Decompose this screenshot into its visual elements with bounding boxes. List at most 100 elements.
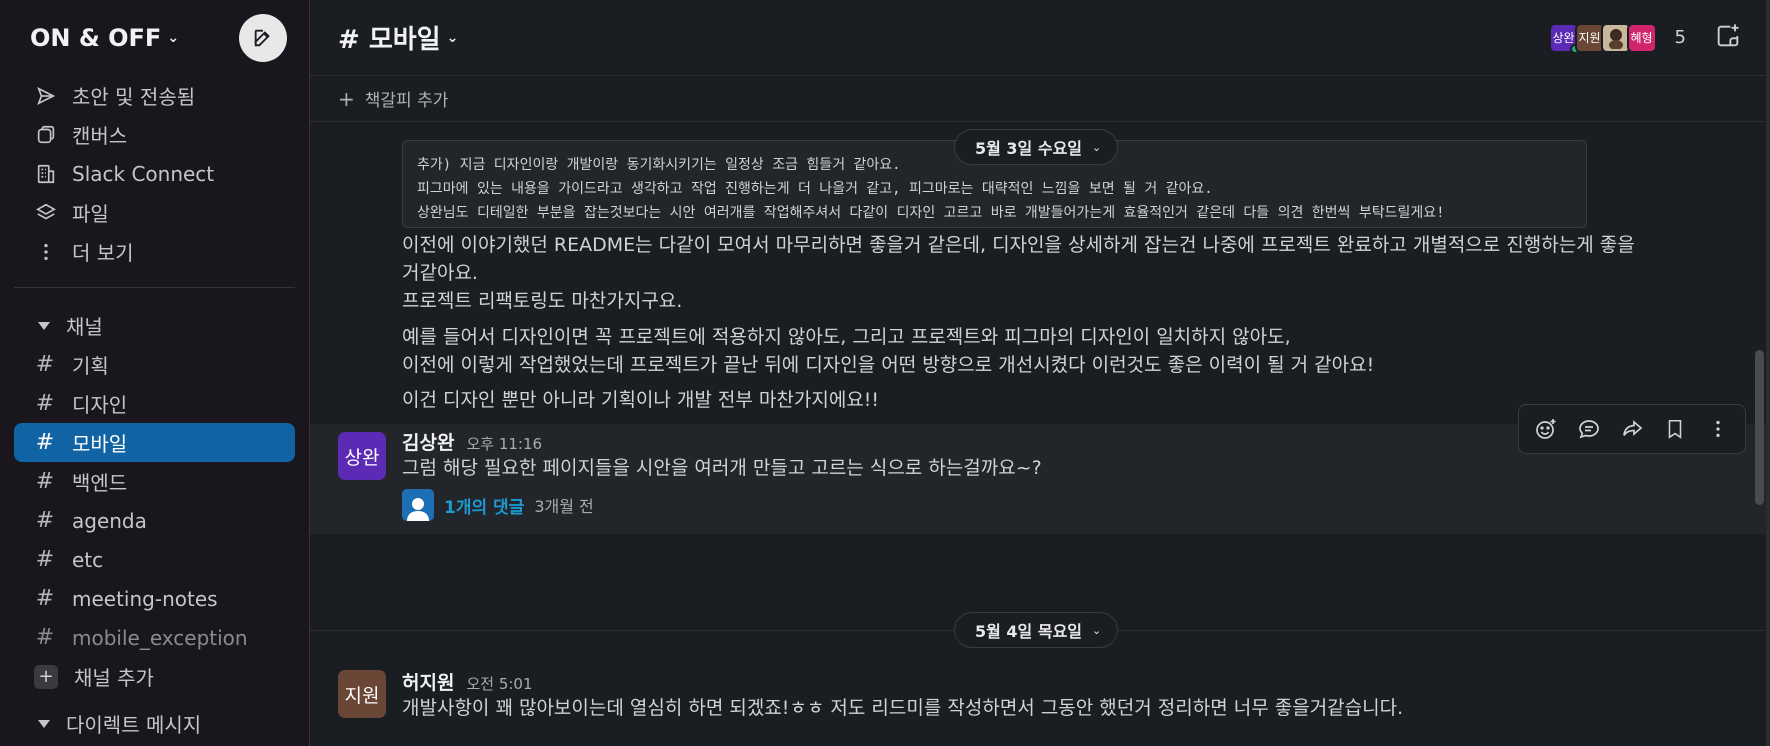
building-icon: [34, 162, 58, 186]
more-actions-button[interactable]: [1703, 414, 1733, 444]
code-line: 상완님도 디테일한 부분을 잡는것보다는 시안 여러개를 작업해주셔서 다같이 …: [417, 205, 1445, 221]
sidebar-channel[interactable]: # 백엔드: [14, 462, 295, 501]
code-line: 피그마에 있는 내용을 가이드라고 생각하고 작업 진행하는게 더 나을거 같고…: [417, 181, 1213, 197]
sidebar-channel[interactable]: # meeting-notes: [14, 579, 295, 618]
thread-icon: [1579, 420, 1600, 439]
hash-icon: #: [35, 547, 55, 572]
member-avatars-button[interactable]: 상완 지원 혜형: [1548, 22, 1657, 54]
sidebar-channel-muted[interactable]: # mobile_exception: [14, 618, 295, 657]
sidebar-channel[interactable]: # 디자인: [14, 384, 295, 423]
nav-more[interactable]: 더 보기: [14, 232, 295, 271]
workspace-header: ON & OFF ⌄: [0, 0, 309, 76]
header-right: 상완 지원 혜형 5: [1548, 22, 1742, 54]
add-channel-button[interactable]: + 채널 추가: [14, 657, 295, 696]
message-timestamp[interactable]: 오전 5:01: [466, 673, 532, 694]
chevron-down-icon: ⌄: [167, 30, 180, 46]
thread-last-reply-time: 3개월 전: [534, 497, 594, 516]
dm-section-toggle[interactable]: 다이렉트 메시지: [14, 704, 295, 743]
bookmark-label: 책갈피 추가: [364, 91, 449, 111]
message-body: 개발사항이 꽤 많아보이는데 열심히 하면 되겠죠!ㅎㅎ 저도 리드미를 작성하…: [402, 694, 1403, 722]
hash-icon: #: [35, 469, 55, 494]
message-line: 프로젝트 리팩토링도 마찬가지구요.: [402, 290, 683, 312]
nav-label: 캔버스: [72, 124, 128, 148]
hash-icon: #: [35, 430, 55, 455]
sidebar-channel[interactable]: # 기획: [14, 345, 295, 384]
chevron-down-icon: ⌄: [1092, 623, 1102, 637]
message-body: 그럼 해당 필요한 페이지들을 시안을 여러개 만들고 고르는 식으로 하는걸까…: [402, 454, 1042, 482]
avatar-label: 지원: [344, 684, 380, 707]
message-line: 그럼 해당 필요한 페이지들을 시안을 여러개 만들고 고르는 식으로 하는걸까…: [402, 457, 1042, 479]
thread-summary[interactable]: 1개의 댓글 3개월 전: [402, 489, 594, 521]
user-avatar[interactable]: 지원: [338, 670, 386, 718]
workspace-switcher[interactable]: ON & OFF ⌄: [30, 24, 179, 52]
channels-header: 채널: [66, 315, 103, 339]
sidebar: ON & OFF ⌄ 초안 및 전송됨 캔버스 Slack Connect 파일…: [0, 0, 310, 746]
nav-label: Slack Connect: [72, 161, 215, 186]
channel-header: # 모바일 ⌄ 상완 지원 혜형 5: [310, 0, 1770, 76]
member-count: 5: [1674, 27, 1686, 48]
channel-name: 기획: [72, 354, 109, 378]
reply-thread-button[interactable]: [1574, 414, 1604, 444]
workspace-name: ON & OFF: [30, 24, 162, 52]
message-line: 이전에 이렇게 작업했었는데 프로젝트가 끝난 뒤에 디자인을 어떤 방향으로 …: [402, 354, 1375, 376]
caret-down-icon: [38, 719, 50, 728]
new-canvas-icon: [1717, 23, 1739, 46]
dm-header: 다이렉트 메시지: [66, 713, 202, 737]
message-line: 예를 들어서 디자인이면 꼭 프로젝트에 적용하지 않아도, 그리고 프로젝트와…: [402, 326, 1291, 348]
chevron-down-icon: ⌄: [1092, 140, 1102, 154]
hash-icon: #: [35, 508, 55, 533]
nav-drafts[interactable]: 초안 및 전송됨: [14, 76, 295, 115]
more-vertical-icon: [1715, 420, 1720, 438]
sidebar-channel-active[interactable]: # 모바일: [14, 423, 295, 462]
nav-files[interactable]: 파일: [14, 193, 295, 232]
channel-name: 디자인: [72, 393, 128, 417]
date-label: 5월 3일 수요일: [975, 139, 1083, 158]
nav-slack-connect[interactable]: Slack Connect: [14, 154, 295, 193]
dog-photo-icon: [1608, 28, 1623, 49]
sidebar-channel[interactable]: # agenda: [14, 501, 295, 540]
compose-button[interactable]: [239, 14, 287, 62]
slack-app: ON & OFF ⌄ 초안 및 전송됨 캔버스 Slack Connect 파일…: [0, 0, 1770, 746]
emoji-add-icon: [1536, 419, 1556, 439]
avatar-label: 상완: [344, 446, 380, 469]
user-avatar[interactable]: 상완: [338, 432, 386, 480]
nav-canvas[interactable]: 캔버스: [14, 115, 295, 154]
channel-name: 백엔드: [72, 471, 128, 495]
date-label: 5월 4일 목요일: [975, 622, 1083, 641]
nav-label: 파일: [72, 202, 109, 226]
plus-icon: +: [34, 664, 58, 689]
author-name[interactable]: 김상완: [402, 428, 454, 455]
author-name[interactable]: 허지원: [402, 668, 454, 695]
hash-icon: #: [35, 586, 55, 611]
send-icon: [34, 84, 58, 108]
channel-title-button[interactable]: # 모바일 ⌄: [338, 19, 458, 56]
channel-view: # 모바일 ⌄ 상완 지원 혜형 5 + 책갈피 추가 추가) 지금 디자인이랑…: [310, 0, 1770, 746]
sidebar-channel[interactable]: # etc: [14, 540, 295, 579]
share-arrow-icon: [1623, 420, 1643, 436]
layers-icon: [34, 201, 58, 225]
avatar: 혜형: [1626, 22, 1657, 53]
channels-section-toggle[interactable]: 채널: [14, 306, 295, 345]
hash-icon: #: [35, 625, 55, 650]
channel-name: meeting-notes: [72, 586, 218, 611]
message-timestamp[interactable]: 오후 11:16: [466, 433, 542, 454]
thread-reply-link[interactable]: 1개의 댓글: [444, 493, 524, 518]
channel-name: mobile_exception: [72, 625, 248, 650]
user-icon: [407, 498, 429, 521]
save-for-later-button[interactable]: [1660, 414, 1690, 444]
thread-reply-avatar: [402, 489, 434, 521]
more-vertical-icon: [34, 240, 58, 264]
forward-button[interactable]: [1617, 414, 1647, 444]
sidebar-divider: [14, 287, 295, 288]
message-body: 이전에 이야기했던 README는 다같이 모여서 마무리하면 좋을거 같은데,…: [402, 231, 1635, 315]
add-reaction-button[interactable]: [1531, 414, 1561, 444]
canvas-button[interactable]: [1714, 22, 1742, 54]
message-scrollbar[interactable]: [1755, 350, 1764, 505]
date-divider-button[interactable]: 5월 4일 목요일 ⌄: [954, 612, 1119, 648]
message-list: 추가) 지금 디자인이랑 개발이랑 동기화시키기는 일정상 조금 힘들거 같아요…: [310, 122, 1770, 746]
date-divider-button[interactable]: 5월 3일 수요일 ⌄: [954, 129, 1119, 165]
add-bookmark-button[interactable]: + 책갈피 추가: [310, 76, 1770, 122]
sidebar-nav: 초안 및 전송됨 캔버스 Slack Connect 파일 더 보기 채널 # …: [0, 76, 309, 743]
message-line: 거같아요.: [402, 262, 478, 284]
message-body: 예를 들어서 디자인이면 꼭 프로젝트에 적용하지 않아도, 그리고 프로젝트와…: [402, 323, 1374, 379]
